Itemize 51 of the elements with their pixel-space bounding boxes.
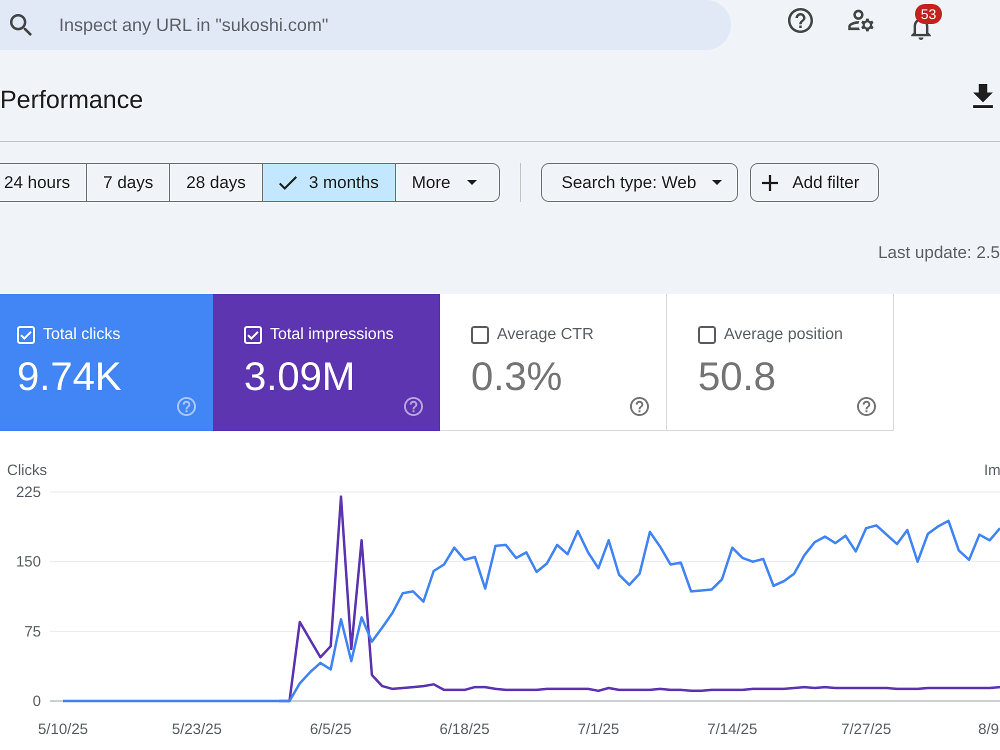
check-icon (278, 176, 297, 190)
y-axis-label: 0 (32, 693, 41, 710)
metric-value: 3.09M (244, 357, 356, 397)
help-icon[interactable] (404, 397, 423, 416)
help-icon[interactable] (630, 397, 649, 416)
x-axis-label: 7/1/25 (578, 721, 620, 738)
user-settings-icon[interactable] (848, 9, 874, 32)
filter-dropdown[interactable]: Search type: Web (541, 163, 738, 202)
metric-value: 9.74K (17, 357, 123, 397)
checkbox-icon[interactable] (471, 326, 489, 344)
y-axis-label: 150 (16, 554, 41, 571)
date-range-tab[interactable]: 3 months (262, 163, 396, 202)
last-update-text: Last update: 2.5 (878, 243, 1000, 264)
axis-title: Clicks (7, 462, 47, 479)
metric-label: Average CTR (497, 326, 594, 344)
search-icon[interactable] (10, 14, 32, 36)
axis-title: Im (984, 462, 1000, 479)
notification-count: 53 (915, 4, 942, 24)
metric-label: Average position (724, 326, 843, 344)
date-range-tab[interactable]: 24 hours (0, 163, 88, 202)
metric-card[interactable]: Total clicks 9.74K (0, 294, 213, 431)
x-axis-label: 5/10/25 (38, 721, 88, 738)
caret-icon (467, 180, 478, 185)
y-axis-label: 225 (16, 484, 41, 501)
metric-label: Total impressions (270, 326, 394, 344)
page-title: Performance (0, 85, 144, 115)
plus-icon (762, 174, 778, 190)
x-axis-label: 8/9 (978, 721, 999, 738)
add-filter-button[interactable]: Add filter (750, 163, 880, 202)
caret-icon (712, 180, 722, 185)
date-range-tab[interactable]: More (394, 163, 500, 202)
help-icon[interactable] (857, 397, 876, 416)
metric-card[interactable]: Average position 50.8 (667, 294, 894, 431)
search-field[interactable]: Inspect any URL in "sukoshi.com" (59, 12, 359, 38)
metric-label: Total clicks (43, 326, 120, 344)
checkbox-icon[interactable] (698, 326, 716, 344)
metric-value: 50.8 (698, 357, 777, 397)
x-axis-label: 5/23/25 (172, 721, 222, 738)
metric-value: 0.3% (471, 357, 564, 397)
x-axis-label: 7/14/25 (707, 721, 758, 738)
metric-card[interactable]: Average CTR 0.3% (440, 294, 667, 431)
x-axis-label: 6/18/25 (440, 721, 490, 738)
y-axis-label: 75 (24, 623, 41, 640)
download-icon[interactable] (973, 84, 993, 108)
x-axis-label: 7/27/25 (841, 721, 892, 738)
date-range-tab[interactable]: 7 days (86, 163, 170, 202)
metric-card[interactable]: Total impressions 3.09M (213, 294, 440, 431)
checked-checkbox-icon[interactable] (244, 326, 262, 344)
checked-checkbox-icon[interactable] (17, 326, 35, 344)
help-icon[interactable] (788, 8, 813, 33)
x-axis-label: 6/5/25 (310, 721, 352, 738)
